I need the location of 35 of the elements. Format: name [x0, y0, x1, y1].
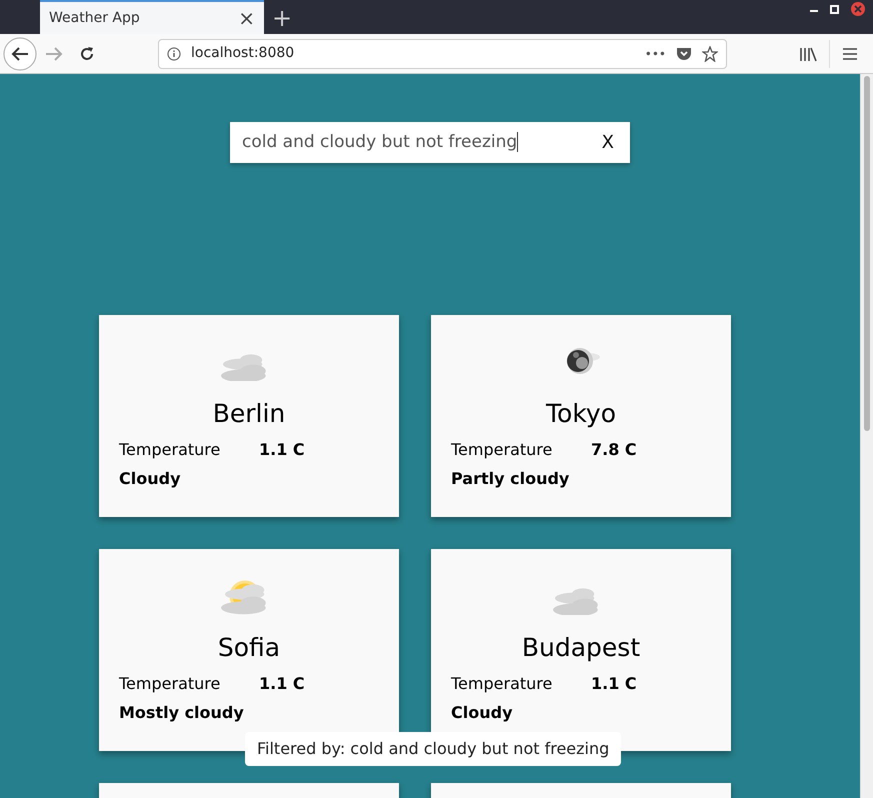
reload-icon[interactable]: [79, 46, 95, 62]
temperature-value: 1.1 C: [259, 439, 305, 461]
close-tab-button[interactable]: ×: [238, 3, 255, 33]
condition-text: Partly cloudy: [451, 469, 570, 488]
star-icon[interactable]: [702, 46, 718, 62]
maximize-icon[interactable]: [830, 4, 839, 14]
city-name: Berlin: [212, 399, 286, 428]
city-name: Budapest: [522, 633, 640, 662]
back-icon[interactable]: [3, 36, 37, 70]
search-field[interactable]: cold and cloudy but not freezing X: [230, 122, 630, 163]
condition-text: Cloudy: [451, 703, 512, 722]
url-text: localhost:8080: [191, 44, 296, 63]
scrollbar[interactable]: [860, 74, 873, 798]
close-icon[interactable]: [851, 2, 865, 16]
temperature-value: 1.1 C: [259, 673, 305, 695]
page-actions-button[interactable]: •••: [644, 44, 666, 62]
temperature-label: Temperature: [451, 439, 554, 461]
info-icon: [167, 46, 181, 60]
condition-text: Mostly cloudy: [119, 703, 244, 722]
library-icon[interactable]: [799, 46, 817, 62]
browser-tab[interactable]: Weather App ×: [40, 0, 264, 34]
clear-button[interactable]: X: [602, 129, 614, 156]
pocket-icon[interactable]: [676, 46, 692, 61]
address-bar[interactable]: localhost:8080 •••: [158, 38, 727, 68]
city-name: Tokyo: [546, 399, 616, 428]
temperature-label: Temperature: [119, 673, 222, 695]
temperature-value: 7.8 C: [591, 439, 637, 461]
temperature-label: Temperature: [451, 673, 554, 695]
temperature-value: 1.1 C: [591, 673, 637, 695]
condition-text: Cloudy: [119, 469, 180, 488]
city-name: Sofia: [218, 633, 280, 662]
temperature-label: Temperature: [119, 439, 222, 461]
filter-toast: Filtered by: cold and cloudy but not freezing: [245, 732, 622, 766]
new-tab-button[interactable]: +: [272, 6, 292, 30]
menu-icon[interactable]: [843, 48, 857, 60]
